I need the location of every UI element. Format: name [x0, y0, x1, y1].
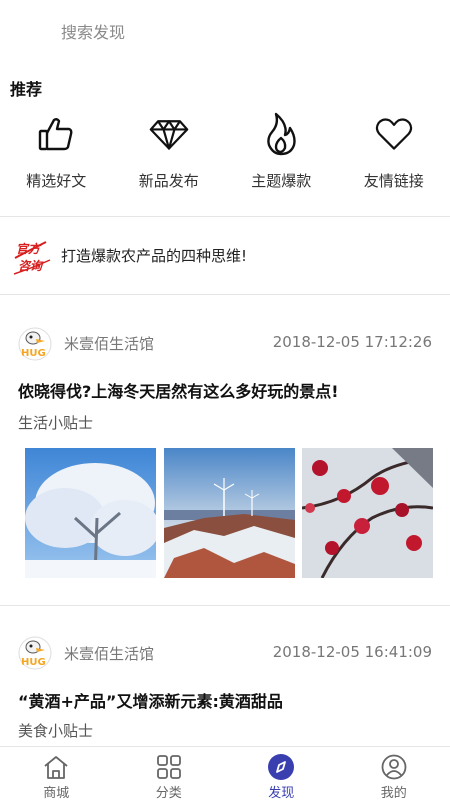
compass-icon: [267, 753, 295, 781]
post-category: 生活小贴士: [18, 412, 93, 433]
rec-label-featured: 精选好文: [26, 170, 86, 191]
post-time: 2018-12-05 16:41:09: [273, 643, 432, 661]
official-consult-badge: 官方 咨询: [12, 236, 48, 276]
snow-tree-image[interactable]: [25, 448, 156, 578]
post-time: 2018-12-05 17:12:26: [273, 333, 432, 351]
post-card[interactable]: HUG 米壹佰生活馆 2018-12-05 17:12:26 侬晓得伐?上海冬天…: [0, 295, 450, 605]
news-bar[interactable]: 官方 咨询 打造爆款农产品的四种思维!: [0, 218, 450, 294]
rec-label-friend-links: 友情链接: [364, 170, 424, 191]
recommend-title: 推荐: [10, 76, 42, 100]
tab-discover[interactable]: 发现: [225, 747, 338, 801]
post-title[interactable]: 侬晓得伐?上海冬天居然有这么多好玩的景点!: [18, 378, 339, 402]
diamond-icon: [149, 112, 189, 156]
divider: [0, 216, 450, 217]
post-title[interactable]: “黄酒+产品”又增添新元素:黄酒甜品: [18, 688, 283, 712]
rec-item-friend-links[interactable]: 友情链接: [338, 112, 450, 202]
search-placeholder[interactable]: 搜索发现: [61, 19, 125, 43]
avatar-text: HUG: [21, 657, 46, 668]
snowy-mountain-windmill-image[interactable]: [164, 448, 295, 578]
rec-label-new-release: 新品发布: [139, 170, 199, 191]
avatar-text: HUG: [21, 348, 46, 359]
post-category: 美食小贴士: [18, 720, 93, 741]
bottom-tab-bar: 商城 分类 发现 我的: [0, 746, 450, 801]
tab-label-category: 分类: [156, 782, 182, 801]
plum-blossom-image[interactable]: [302, 448, 433, 578]
search-bar[interactable]: 搜索发现: [0, 0, 450, 62]
rec-item-hot-topic[interactable]: 主题爆款: [225, 112, 338, 202]
tab-category[interactable]: 分类: [113, 747, 226, 801]
post-images: [25, 448, 433, 578]
user-icon: [380, 753, 408, 781]
post-author[interactable]: 米壹佰生活馆: [64, 333, 154, 354]
post-author[interactable]: 米壹佰生活馆: [64, 643, 154, 664]
tab-label-mine: 我的: [381, 782, 407, 801]
news-headline[interactable]: 打造爆款农产品的四种思维!: [61, 245, 247, 266]
tab-mall[interactable]: 商城: [0, 747, 113, 801]
thumbs-up-icon: [36, 112, 76, 156]
tab-mine[interactable]: 我的: [338, 747, 450, 801]
post-card[interactable]: HUG 米壹佰生活馆 2018-12-05 16:41:09 “黄酒+产品”又增…: [0, 606, 450, 746]
rec-item-featured[interactable]: 精选好文: [0, 112, 113, 202]
grid-icon: [155, 753, 183, 781]
flame-icon: [261, 112, 301, 156]
rec-label-hot-topic: 主题爆款: [251, 170, 311, 191]
tab-label-mall: 商城: [43, 782, 69, 801]
home-icon: [42, 753, 70, 781]
badge-line1: 官方: [16, 242, 42, 256]
rec-item-new-release[interactable]: 新品发布: [113, 112, 226, 202]
recommend-row: 精选好文 新品发布 主题爆款 友情链接: [0, 112, 450, 202]
author-avatar[interactable]: HUG: [18, 327, 52, 361]
heart-icon: [374, 112, 414, 156]
tab-label-discover: 发现: [268, 782, 294, 801]
author-avatar[interactable]: HUG: [18, 636, 52, 670]
